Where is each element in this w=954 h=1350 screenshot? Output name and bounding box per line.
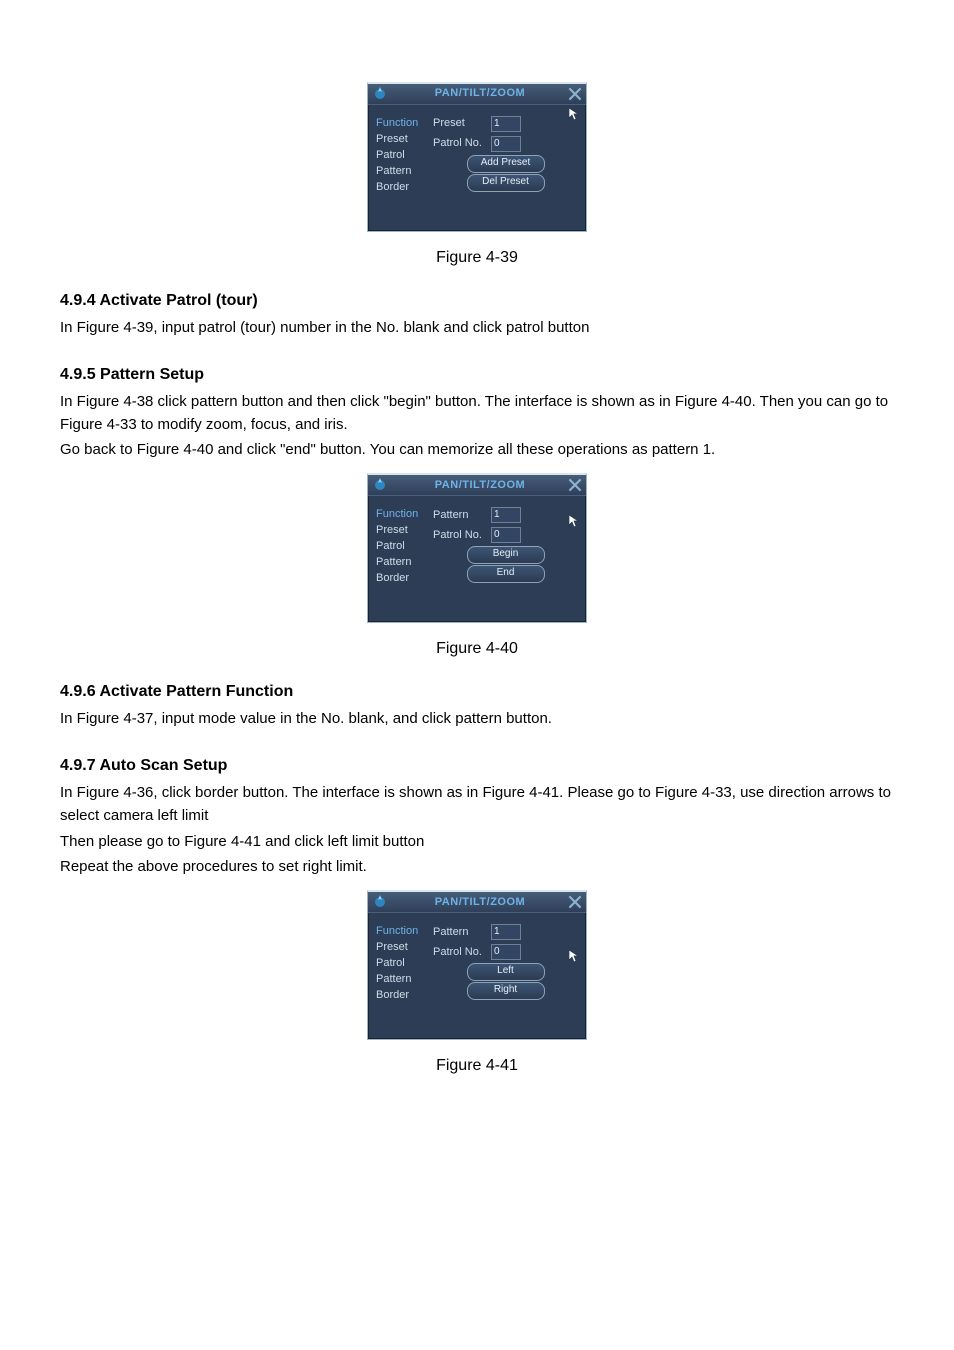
function-menu: Function Preset Patrol Pattern Border bbox=[376, 115, 431, 209]
left-button[interactable]: Left bbox=[467, 963, 545, 981]
patrol-no-label: Patrol No. bbox=[433, 944, 491, 961]
figure-caption-41: Figure 4-41 bbox=[60, 1054, 894, 1079]
paragraph: In Figure 4-38 click pattern button and … bbox=[60, 390, 894, 437]
add-preset-button[interactable]: Add Preset bbox=[467, 155, 545, 173]
end-button[interactable]: End bbox=[467, 565, 545, 583]
dialog-titlebar: PAN/TILT/ZOOM bbox=[368, 892, 586, 913]
del-preset-button[interactable]: Del Preset bbox=[467, 174, 545, 192]
paragraph: In Figure 4-39, input patrol (tour) numb… bbox=[60, 316, 894, 339]
menu-item-pattern[interactable]: Pattern bbox=[376, 554, 431, 570]
dialog-title: PAN/TILT/ZOOM bbox=[392, 85, 568, 102]
menu-item-function[interactable]: Function bbox=[376, 506, 431, 522]
ptz-dialog-39: PAN/TILT/ZOOM Function Preset Patrol Pat… bbox=[367, 82, 587, 232]
cursor-icon bbox=[568, 949, 580, 963]
menu-item-pattern[interactable]: Pattern bbox=[376, 971, 431, 987]
menu-item-patrol[interactable]: Patrol bbox=[376, 955, 431, 971]
preset-input[interactable]: 1 bbox=[491, 116, 521, 132]
close-icon[interactable] bbox=[568, 895, 582, 909]
pattern-input[interactable]: 1 bbox=[491, 507, 521, 523]
dialog-titlebar: PAN/TILT/ZOOM bbox=[368, 84, 586, 105]
function-menu: Function Preset Patrol Pattern Border bbox=[376, 923, 431, 1017]
pattern-label: Pattern bbox=[433, 507, 491, 524]
function-menu: Function Preset Patrol Pattern Border bbox=[376, 506, 431, 600]
ptz-dialog-41: PAN/TILT/ZOOM Function Preset Patrol Pat… bbox=[367, 890, 587, 1040]
patrol-no-input[interactable]: 0 bbox=[491, 136, 521, 152]
dialog-title: PAN/TILT/ZOOM bbox=[392, 477, 568, 494]
menu-item-border[interactable]: Border bbox=[376, 987, 431, 1003]
pattern-label: Pattern bbox=[433, 924, 491, 941]
app-logo-icon bbox=[372, 86, 388, 102]
menu-item-patrol[interactable]: Patrol bbox=[376, 147, 431, 163]
begin-button[interactable]: Begin bbox=[467, 546, 545, 564]
paragraph: Go back to Figure 4-40 and click "end" b… bbox=[60, 438, 894, 461]
dialog-title: PAN/TILT/ZOOM bbox=[392, 894, 568, 911]
paragraph: Repeat the above procedures to set right… bbox=[60, 855, 894, 878]
pattern-input[interactable]: 1 bbox=[491, 924, 521, 940]
menu-item-pattern[interactable]: Pattern bbox=[376, 163, 431, 179]
close-icon[interactable] bbox=[568, 87, 582, 101]
menu-item-border[interactable]: Border bbox=[376, 570, 431, 586]
patrol-no-label: Patrol No. bbox=[433, 527, 491, 544]
preset-label: Preset bbox=[433, 115, 491, 132]
ptz-dialog-40: PAN/TILT/ZOOM Function Preset Patrol Pat… bbox=[367, 473, 587, 623]
paragraph: Then please go to Figure 4-41 and click … bbox=[60, 830, 894, 853]
paragraph: In Figure 4-36, click border button. The… bbox=[60, 781, 894, 828]
patrol-no-input[interactable]: 0 bbox=[491, 527, 521, 543]
menu-item-border[interactable]: Border bbox=[376, 179, 431, 195]
menu-item-patrol[interactable]: Patrol bbox=[376, 538, 431, 554]
app-logo-icon bbox=[372, 894, 388, 910]
menu-item-preset[interactable]: Preset bbox=[376, 939, 431, 955]
menu-item-function[interactable]: Function bbox=[376, 115, 431, 131]
heading-4-9-6: 4.9.6 Activate Pattern Function bbox=[60, 680, 894, 705]
right-button[interactable]: Right bbox=[467, 982, 545, 1000]
paragraph: In Figure 4-37, input mode value in the … bbox=[60, 707, 894, 730]
heading-4-9-7: 4.9.7 Auto Scan Setup bbox=[60, 754, 894, 779]
close-icon[interactable] bbox=[568, 478, 582, 492]
heading-4-9-5: 4.9.5 Pattern Setup bbox=[60, 363, 894, 388]
heading-4-9-4: 4.9.4 Activate Patrol (tour) bbox=[60, 289, 894, 314]
menu-item-function[interactable]: Function bbox=[376, 923, 431, 939]
menu-item-preset[interactable]: Preset bbox=[376, 131, 431, 147]
patrol-no-input[interactable]: 0 bbox=[491, 944, 521, 960]
patrol-no-label: Patrol No. bbox=[433, 135, 491, 152]
figure-caption-40: Figure 4-40 bbox=[60, 637, 894, 662]
cursor-icon bbox=[568, 107, 580, 121]
figure-caption-39: Figure 4-39 bbox=[60, 246, 894, 271]
menu-item-preset[interactable]: Preset bbox=[376, 522, 431, 538]
app-logo-icon bbox=[372, 477, 388, 493]
cursor-icon bbox=[568, 514, 580, 528]
dialog-titlebar: PAN/TILT/ZOOM bbox=[368, 475, 586, 496]
